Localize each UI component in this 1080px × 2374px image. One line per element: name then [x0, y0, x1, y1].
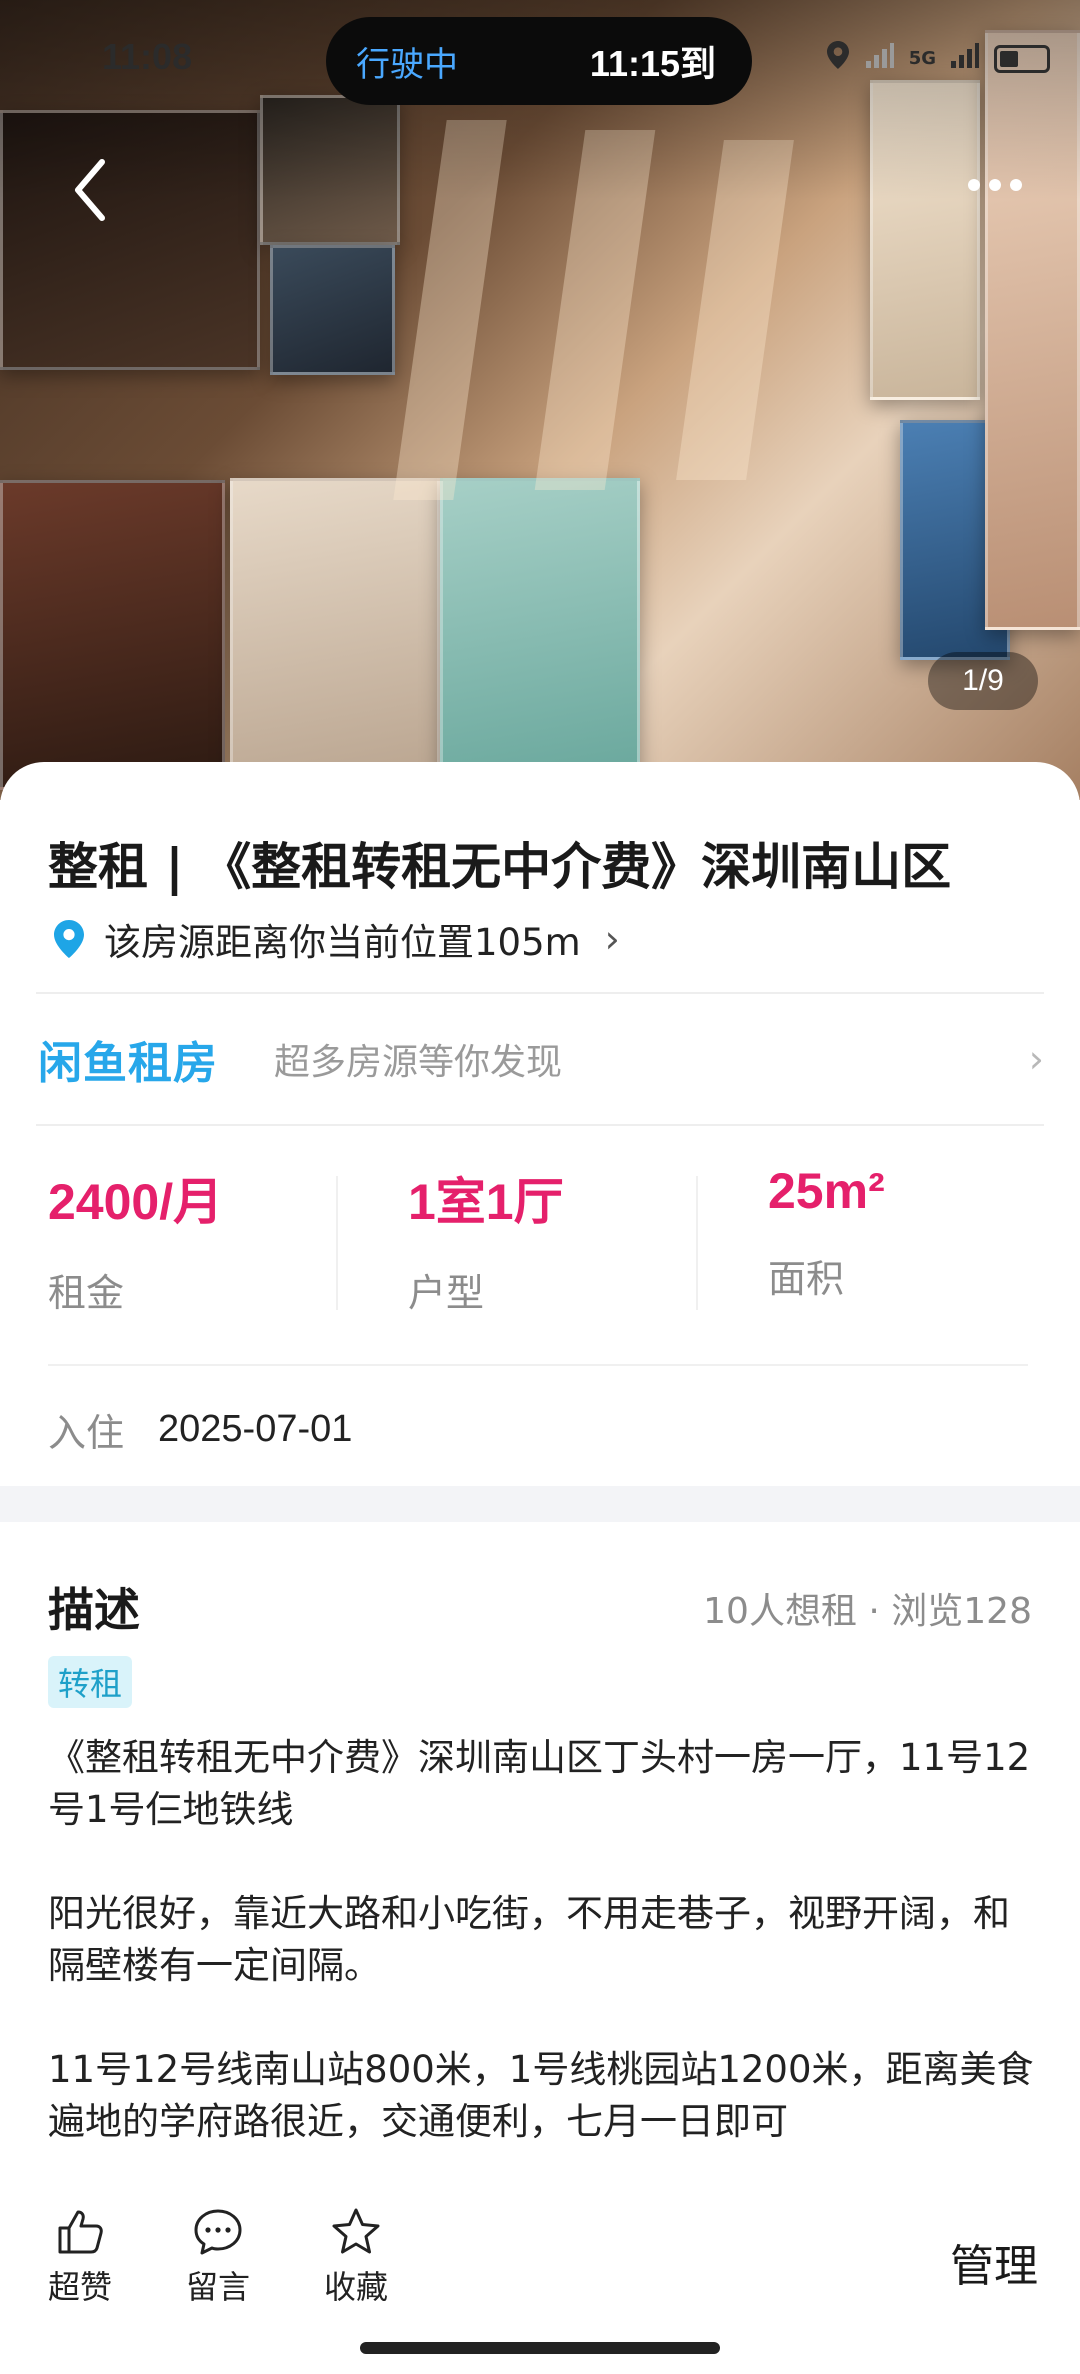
- favorite-button[interactable]: 收藏: [306, 2206, 406, 2308]
- status-bar: 11:08 行驶中 11:15到 5G: [0, 0, 1080, 120]
- location-row[interactable]: 该房源距离你当前位置105m ›: [52, 912, 620, 966]
- favorite-label: 收藏: [323, 2268, 388, 2306]
- more-options-button[interactable]: [950, 150, 1040, 220]
- nav-eta: 11:15到: [589, 43, 716, 84]
- comment-bubble-icon: [194, 2209, 242, 2255]
- description-paragraph: 11号12号线南山站800米，1号线桃园站1200米，距离美食遍地的学府路很近，…: [48, 2048, 1034, 2143]
- battery-icon: [994, 44, 1050, 73]
- star-icon: [332, 2208, 380, 2254]
- chevron-left-icon: [75, 159, 105, 221]
- signal-icon: [865, 41, 895, 76]
- description-paragraph: 《整租转租无中介费》深圳南山区丁头村一房一厅，11号12号1号仨地铁线: [48, 1736, 1031, 1831]
- signal-5g-icon: [950, 41, 980, 76]
- location-status-icon: [825, 40, 851, 77]
- sublet-tag: 转租: [48, 1656, 133, 1708]
- banner-slogan: 超多房源等你发现: [274, 1042, 563, 1083]
- stat-value: 1室1厅: [408, 1174, 564, 1230]
- chevron-right-icon: ›: [604, 917, 620, 961]
- stat-value: 25m²: [768, 1163, 885, 1219]
- listing-card: 整租 | 《整租转租无中介费》深圳南山区 该房源距离你当前位置105m › 闲鱼…: [0, 762, 1080, 2374]
- location-distance-text: 该房源距离你当前位置105m: [104, 921, 581, 964]
- listing-title: 整租 | 《整租转租无中介费》深圳南山区: [48, 838, 952, 896]
- description-body: 《整租转租无中介费》深圳南山区丁头村一房一厅，11号12号1号仨地铁线 阳光很好…: [48, 1732, 1038, 2200]
- back-button[interactable]: [50, 150, 130, 230]
- like-button[interactable]: 超赞: [30, 2206, 130, 2308]
- thumbs-up-icon: [58, 2210, 103, 2254]
- status-time: 11:08: [102, 36, 193, 77]
- location-pin-icon: [54, 920, 84, 958]
- stat-label: 租金: [48, 1271, 125, 1315]
- more-dots-icon: [968, 179, 980, 191]
- network-type: 5G: [908, 48, 936, 69]
- stat-area: 25m² 面积: [696, 1162, 1080, 1312]
- description-meta: 10人想租 · 浏览128: [703, 1591, 1032, 1632]
- nav-status-label: 行驶中: [356, 44, 458, 85]
- stat-rent: 2400/月 租金: [0, 1162, 360, 1315]
- like-label: 超赞: [47, 2268, 112, 2306]
- bottom-action-bar: 超赞 留言 收藏 管理: [0, 2180, 1080, 2374]
- move-in-row: 入住 2025-07-01: [48, 1364, 1028, 1457]
- listing-photo[interactable]: [0, 0, 1080, 800]
- rental-banner[interactable]: 闲鱼租房 超多房源等你发现 ›: [36, 992, 1044, 1126]
- description-paragraph: 阳光很好，靠近大路和小吃街，不用走巷子，视野开阔，和隔壁楼有一定间隔。: [48, 1892, 1010, 1987]
- move-in-date: 2025-07-01: [158, 1408, 353, 1450]
- chevron-right-icon: ›: [1028, 1037, 1044, 1081]
- navigation-pill[interactable]: 行驶中 11:15到: [326, 17, 752, 105]
- stats-row: 2400/月 租金 1室1厅 户型 25m² 面积: [0, 1162, 1080, 1315]
- description-heading: 描述: [48, 1583, 140, 1637]
- stat-layout: 1室1厅 户型: [336, 1162, 720, 1315]
- stat-label: 户型: [408, 1271, 485, 1315]
- home-indicator[interactable]: [360, 2342, 720, 2354]
- photo-counter: 1/9: [928, 652, 1038, 710]
- move-in-label: 入住: [48, 1411, 125, 1455]
- status-icons: 5G: [825, 40, 1050, 77]
- comment-label: 留言: [185, 2268, 250, 2306]
- brand-logo-text: 闲鱼租房: [38, 1038, 218, 1089]
- stat-value: 2400/月: [48, 1174, 224, 1230]
- comment-button[interactable]: 留言: [168, 2206, 268, 2308]
- section-divider: [0, 1486, 1080, 1522]
- manage-button[interactable]: 管理: [950, 2230, 1038, 2294]
- stat-label: 面积: [768, 1257, 845, 1301]
